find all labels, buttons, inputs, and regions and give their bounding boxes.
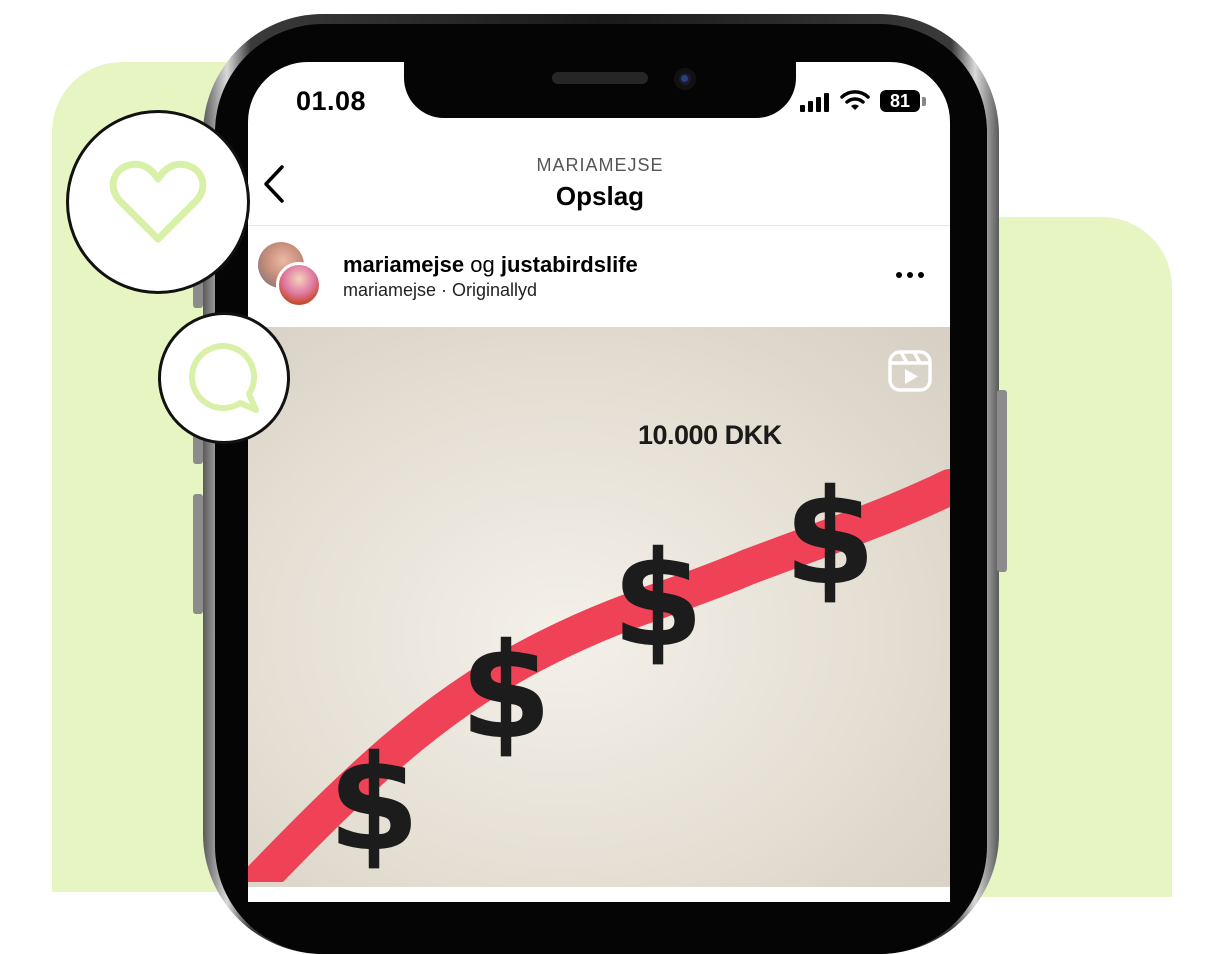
dollar-symbol: $	[612, 523, 704, 677]
more-dot	[907, 272, 913, 278]
more-dot	[918, 272, 924, 278]
battery-icon: 81	[880, 90, 920, 112]
collaborator-name-link[interactable]: justabirdslife	[501, 252, 638, 277]
back-button[interactable]	[262, 164, 286, 209]
header-divider	[248, 225, 950, 226]
heart-badge	[66, 110, 250, 294]
media-overlay-text: 10.000 DKK	[638, 420, 782, 450]
author-name-link[interactable]: mariamejse	[343, 252, 464, 277]
battery-tip	[922, 97, 926, 106]
cellular-signal-icon	[800, 92, 829, 112]
more-options-button[interactable]	[896, 272, 924, 278]
phone-camera	[674, 68, 696, 90]
comment-icon	[189, 343, 259, 413]
status-time: 01.08	[296, 86, 367, 116]
dollar-symbol: $	[328, 727, 420, 881]
post-audio-line[interactable]: mariamejse · Originallyd	[343, 280, 537, 301]
more-dot	[896, 272, 902, 278]
wifi-icon	[840, 88, 870, 117]
page-title: Opslag	[555, 181, 645, 211]
comment-badge	[158, 312, 290, 444]
dollar-symbol: $	[784, 461, 876, 615]
phone-speaker	[552, 72, 648, 84]
avatar-collaborator[interactable]	[276, 262, 322, 308]
heart-icon	[109, 160, 207, 243]
reels-icon	[888, 350, 932, 397]
phone-power-button	[997, 390, 1007, 572]
chevron-left-icon	[264, 165, 284, 203]
header-subtitle: MARIAMEJSE	[536, 155, 664, 175]
authors-connector: og	[470, 252, 495, 277]
post-authors: mariamejse og justabirdslife	[343, 252, 638, 278]
dollar-symbol: $	[460, 615, 552, 769]
phone-volume-down-button	[193, 494, 203, 614]
